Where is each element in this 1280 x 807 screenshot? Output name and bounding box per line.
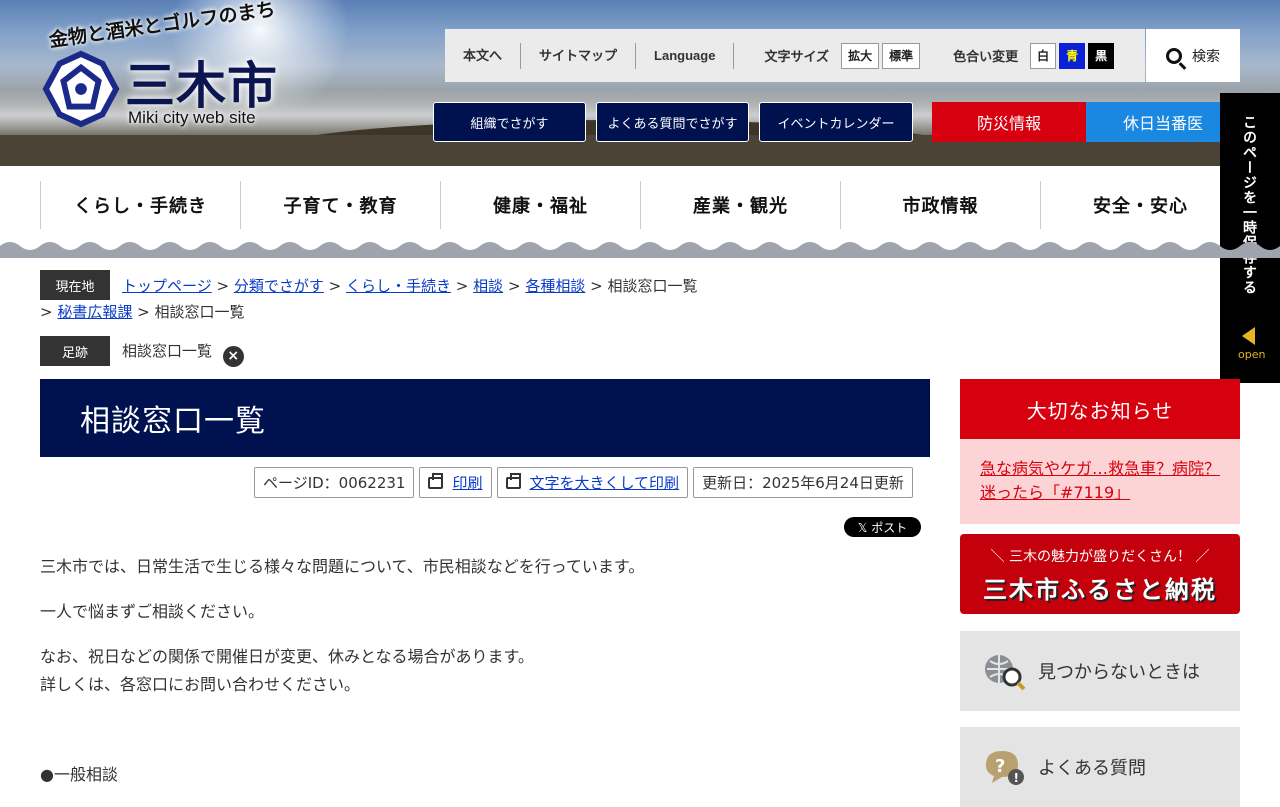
utility-bar: 本文へ サイトマップ Language 文字サイズ 拡大 標準 色合い変更 白 … [445,29,1145,82]
notice-paragraph-2: 詳しくは、各窓口にお問い合わせください。 [40,675,361,694]
breadcrumb-category[interactable]: 分類でさがす [234,277,324,295]
print-link[interactable]: 印刷 [452,472,482,493]
furusato-tax-banner[interactable]: ＼ 三木の魅力が盛りだくさん！ ／ 三木市ふるさと納税 [960,534,1240,614]
print-large-link[interactable]: 文字を大きくして印刷 [530,472,680,493]
print-large-button[interactable]: 文字を大きくして印刷 [496,467,689,498]
x-post-button[interactable]: 𝕏 ポスト [844,517,921,537]
breadcrumb-various[interactable]: 各種相談 [525,277,585,295]
search-icon [1166,47,1182,64]
not-found-button[interactable]: 見つからないときは [960,631,1240,711]
global-nav: くらし・手続き 子育て・教育 健康・福祉 産業・観光 市政情報 安全・安心 [40,181,1240,229]
history-item[interactable]: 相談窓口一覧 [122,342,212,360]
color-change-label: 色合い変更 [953,49,1019,64]
gnav-safety[interactable]: 安全・安心 [1040,181,1240,229]
breadcrumb-pr-section[interactable]: 秘書広報課 [57,303,132,321]
history-label: 足跡 [40,336,110,366]
gnav-city-info[interactable]: 市政情報 [840,181,1040,229]
breadcrumb-current-2: 相談窓口一覧 [154,303,245,321]
search-by-faq-button[interactable]: よくある質問でさがす [596,102,749,142]
faq-label: よくある質問 [1038,758,1146,779]
search-button[interactable]: 検索 [1146,29,1240,82]
skip-to-content-link[interactable]: 本文へ [445,42,522,69]
breadcrumb-top[interactable]: トップページ [122,277,212,295]
breadcrumb-second: > 秘書広報課 > 相談窓口一覧 [40,303,245,321]
font-standard-button[interactable]: 標準 [882,42,921,69]
search-globe-icon [985,655,1026,691]
gnav-health[interactable]: 健康・福祉 [440,181,640,229]
site-subtitle: Miki city web site [128,108,256,127]
gnav-industry[interactable]: 産業・観光 [640,181,840,229]
language-link[interactable]: Language [636,42,735,69]
faq-button[interactable]: ? ! よくある質問 [960,727,1240,807]
color-black-button[interactable]: 黒 [1088,42,1115,69]
printer-icon [505,472,521,489]
gnav-living[interactable]: くらし・手続き [40,181,240,229]
printer-icon [428,472,444,489]
question-icon: ? ! [986,751,1024,785]
furusato-tagline: ＼ 三木の魅力が盛りだくさん！ ／ [990,549,1210,565]
breadcrumb-label: 現在地 [40,270,110,300]
color-blue-button[interactable]: 青 [1059,42,1086,69]
intro-paragraph: 三木市では、日常生活で生じる様々な問題について、市民相談などを行っています。 [40,557,645,576]
font-enlarge-button[interactable]: 拡大 [841,42,880,69]
svg-text:!: ! [1014,771,1019,785]
close-icon[interactable]: × [222,346,244,367]
breadcrumb-current: 相談窓口一覧 [607,277,698,295]
advice-paragraph: 一人で悩まずご相談ください。 [40,602,265,621]
event-calendar-button[interactable]: イベントカレンダー [759,102,913,142]
emergency-7119-link[interactable]: 急な病気やケガ…救急車？病院？迷ったら「#7119」 [980,459,1220,502]
updated-date: 更新日：2025年6月24日更新 [693,467,913,498]
font-size-label: 文字サイズ [764,49,830,64]
furusato-title: 三木市ふるさと納税 [983,576,1217,604]
important-notice-heading: 大切なお知らせ [960,379,1240,439]
breadcrumb-consultation[interactable]: 相談 [473,277,503,295]
breadcrumb: トップページ > 分類でさがす > くらし・手続き > 相談 > 各種相談 > … [122,277,698,295]
open-arrow-icon [1242,327,1255,345]
print-button[interactable]: 印刷 [419,467,492,498]
page-id: ページID：0062231 [254,467,415,498]
open-label: open [1238,348,1266,361]
header: 金物と酒米とゴルフのまち 三木市 Miki city web site 本文へ … [0,0,1280,166]
page-meta: ページID：0062231 印刷 文字を大きくして印刷 更新日：2025年6月2… [254,467,918,498]
color-white-button[interactable]: 白 [1030,42,1057,69]
search-by-organization-button[interactable]: 組織でさがす [433,102,586,142]
gnav-childcare[interactable]: 子育て・教育 [240,181,440,229]
city-emblem-icon[interactable] [42,50,120,128]
save-page-label: このページを一時保存する [1241,115,1257,295]
notice-paragraph-1: なお、祝日などの関係で開催日が変更、休みとなる場合があります。 [40,647,534,666]
search-label: 検索 [1192,48,1220,65]
section-heading: ●一般相談 [40,765,118,784]
important-notice-body: 急な病気やケガ…救急車？病院？迷ったら「#7119」 [960,439,1240,524]
wave-divider [0,242,1280,258]
holiday-doctor-button[interactable]: 休日当番医 [1086,102,1240,142]
disaster-info-button[interactable]: 防災情報 [932,102,1086,142]
not-found-label: 見つからないときは [1038,662,1200,683]
page-title: 相談窓口一覧 [40,379,930,457]
history-trail: 相談窓口一覧 × [122,340,244,367]
sitemap-link[interactable]: サイトマップ [521,42,637,69]
breadcrumb-living[interactable]: くらし・手続き [346,277,451,295]
svg-text:?: ? [995,756,1005,777]
